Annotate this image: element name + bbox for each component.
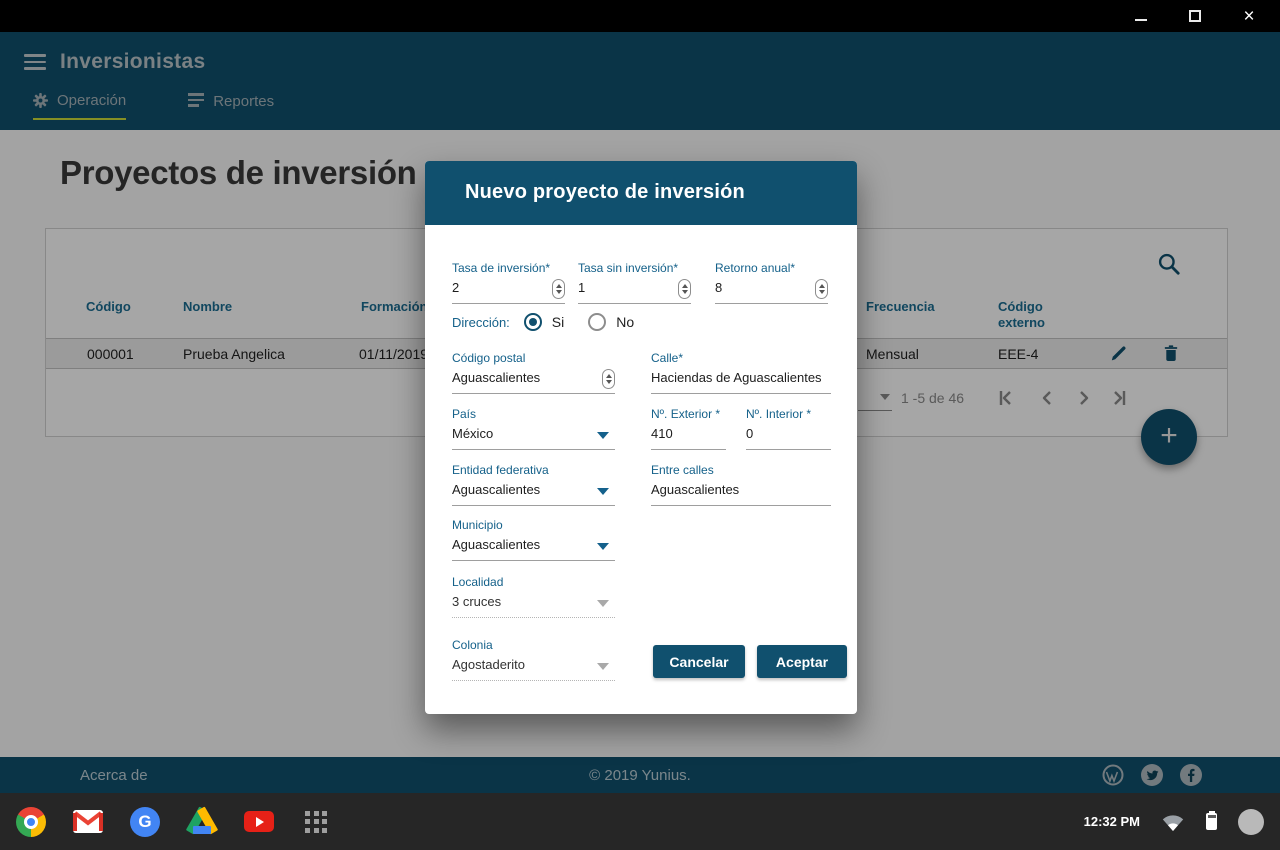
field-municipio: Municipio Aguascalientes [452, 518, 615, 561]
field-codigo-postal: Código postal Aguascalientes [452, 351, 615, 394]
radio-si[interactable] [524, 313, 542, 331]
field-localidad: Localidad 3 cruces [452, 575, 615, 618]
chrome-icon[interactable] [16, 807, 46, 837]
maximize-button[interactable] [1180, 4, 1210, 28]
entidad-federativa-select[interactable]: Aguascalientes [452, 482, 615, 506]
field-label: Entidad federativa [452, 463, 615, 477]
tasa-inversion-input[interactable]: 2 [452, 280, 565, 304]
modal-title: Nuevo proyecto de inversión [465, 181, 745, 204]
colonia-select[interactable]: Agostaderito [452, 657, 615, 681]
field-label: Tasa de inversión* [452, 261, 565, 275]
retorno-anual-input[interactable]: 8 [715, 280, 828, 304]
window-titlebar: × [0, 0, 1280, 32]
field-num-interior: Nº. Interior * 0 [746, 407, 831, 450]
localidad-select[interactable]: 3 cruces [452, 594, 615, 618]
taskbar-apps: G [16, 807, 331, 837]
app-launcher-icon[interactable] [301, 807, 331, 837]
direccion-radio-group: Dirección: Si No [452, 313, 648, 331]
cancel-button[interactable]: Cancelar [653, 645, 745, 678]
field-label: Nº. Exterior * [651, 407, 726, 421]
drive-icon[interactable] [187, 807, 217, 837]
chevron-down-icon [597, 543, 609, 550]
field-entre-calles: Entre calles Aguascalientes [651, 463, 831, 506]
field-label: Tasa sin inversión* [578, 261, 691, 275]
minimize-button[interactable] [1126, 4, 1156, 28]
field-tasa-inversion: Tasa de inversión* 2 [452, 261, 565, 304]
entre-calles-input[interactable]: Aguascalientes [651, 482, 831, 506]
field-num-exterior: Nº. Exterior * 410 [651, 407, 726, 450]
google-icon[interactable]: G [130, 807, 160, 837]
stepper-icon[interactable] [815, 279, 828, 299]
calle-input[interactable]: Haciendas de Aguascalientes [651, 370, 831, 394]
youtube-icon[interactable] [244, 807, 274, 837]
account-avatar[interactable] [1238, 809, 1264, 835]
taskbar: G 12:32 PM [0, 793, 1280, 850]
wifi-icon [1161, 811, 1185, 832]
num-interior-input[interactable]: 0 [746, 426, 831, 450]
chevron-down-icon [597, 600, 609, 607]
battery-icon [1206, 813, 1217, 830]
new-project-modal: Nuevo proyecto de inversión Tasa de inve… [425, 161, 857, 714]
screen: × Inversionistas [0, 0, 1280, 850]
accept-button[interactable]: Aceptar [757, 645, 847, 678]
app-window: Inversionistas Operación [0, 32, 1280, 793]
field-pais: País México [452, 407, 615, 450]
stepper-icon[interactable] [678, 279, 691, 299]
pais-select[interactable]: México [452, 426, 615, 450]
close-button[interactable]: × [1234, 4, 1264, 28]
field-label: Localidad [452, 575, 615, 589]
field-label: Retorno anual* [715, 261, 828, 275]
field-entidad-federativa: Entidad federativa Aguascalientes [452, 463, 615, 506]
direccion-label: Dirección: [452, 315, 510, 330]
field-label: Colonia [452, 638, 615, 652]
gmail-icon[interactable] [73, 807, 103, 837]
field-label: Código postal [452, 351, 615, 365]
maximize-icon [1189, 10, 1201, 22]
system-tray[interactable]: 12:32 PM [1084, 809, 1264, 835]
field-retorno-anual: Retorno anual* 8 [715, 261, 828, 304]
num-exterior-input[interactable]: 410 [651, 426, 726, 450]
field-colonia: Colonia Agostaderito [452, 638, 615, 681]
radio-si-label: Si [552, 314, 564, 330]
field-tasa-sin-inversion: Tasa sin inversión* 1 [578, 261, 691, 304]
minimize-icon [1135, 19, 1147, 21]
clock: 12:32 PM [1084, 814, 1140, 829]
radio-no-label: No [616, 314, 634, 330]
chevron-down-icon [597, 432, 609, 439]
stepper-icon[interactable] [602, 369, 615, 389]
radio-no[interactable] [588, 313, 606, 331]
field-label: País [452, 407, 615, 421]
municipio-select[interactable]: Aguascalientes [452, 537, 615, 561]
field-label: Calle* [651, 351, 831, 365]
chevron-down-icon [597, 488, 609, 495]
field-label: Municipio [452, 518, 615, 532]
modal-header: Nuevo proyecto de inversión [425, 161, 857, 225]
tasa-sin-inversion-input[interactable]: 1 [578, 280, 691, 304]
stepper-icon[interactable] [552, 279, 565, 299]
field-label: Entre calles [651, 463, 831, 477]
field-calle: Calle* Haciendas de Aguascalientes [651, 351, 831, 394]
field-label: Nº. Interior * [746, 407, 831, 421]
codigo-postal-input[interactable]: Aguascalientes [452, 370, 615, 394]
chevron-down-icon [597, 663, 609, 670]
